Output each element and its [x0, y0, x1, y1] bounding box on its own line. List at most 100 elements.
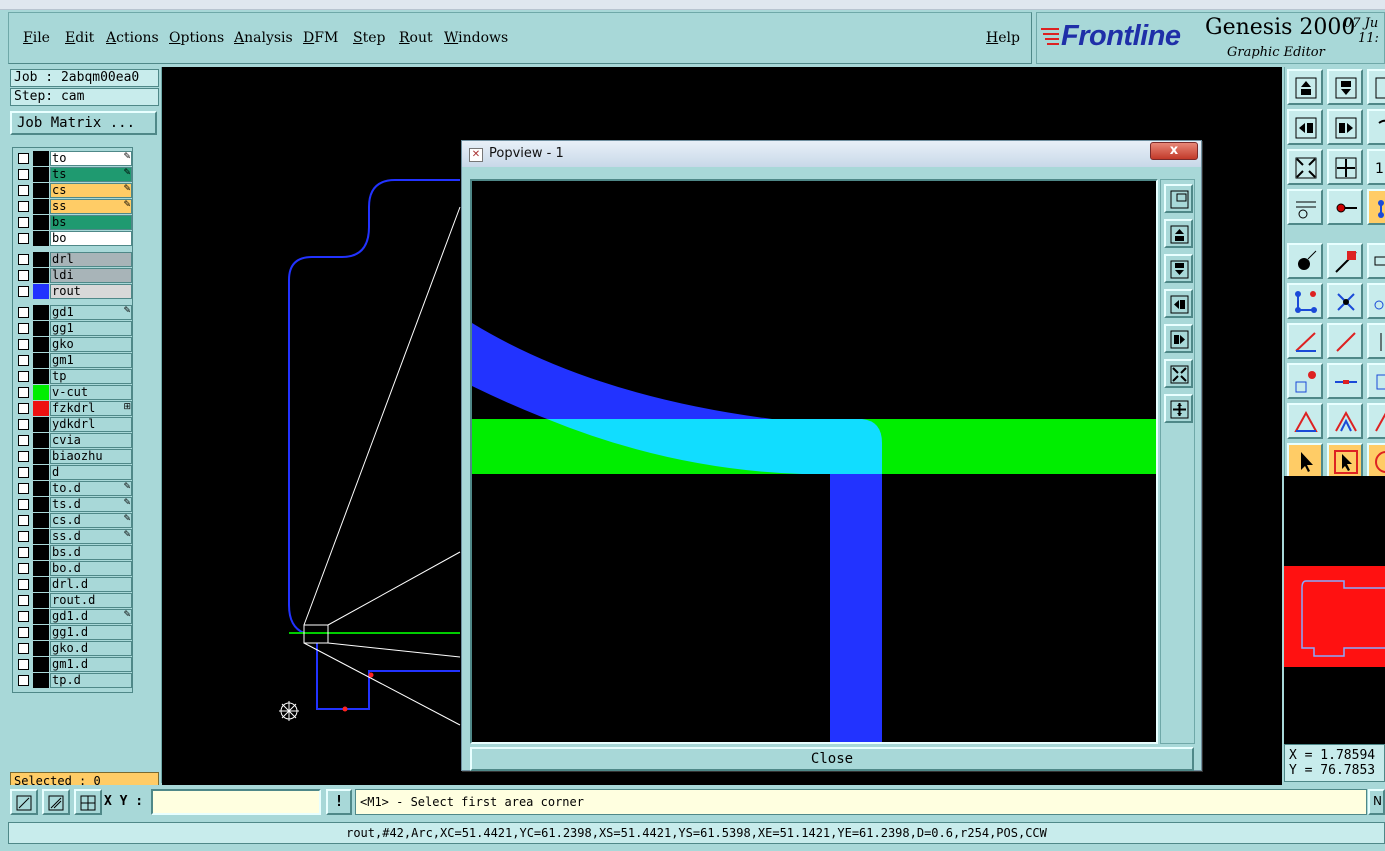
layer-name[interactable]: d — [50, 465, 132, 480]
layer-color-swatch[interactable] — [33, 305, 49, 320]
prompt-right-button[interactable]: N — [1368, 789, 1385, 815]
connect-points-button[interactable] — [1287, 283, 1323, 319]
layer-color-swatch[interactable] — [33, 199, 49, 214]
layer-name[interactable]: ldi — [50, 268, 132, 283]
layer-color-swatch[interactable] — [33, 609, 49, 624]
layer-checkbox[interactable] — [18, 627, 29, 638]
layer-name[interactable]: gd1 — [50, 305, 132, 320]
layer-color-swatch[interactable] — [33, 481, 49, 496]
ruler-button[interactable] — [1367, 243, 1385, 279]
layer-row-ydkdrl[interactable]: ydkdrl — [15, 417, 133, 432]
layer-name[interactable]: gg1.d — [50, 625, 132, 640]
delete-cross-button[interactable] — [1327, 283, 1363, 319]
layer-color-swatch[interactable] — [33, 284, 49, 299]
center-tool-button[interactable] — [1367, 363, 1385, 399]
layer-checkbox[interactable] — [18, 547, 29, 558]
measure-tool-button[interactable] — [1287, 189, 1323, 225]
layer-name[interactable]: cvia — [50, 433, 132, 448]
layer-name[interactable]: ts — [50, 167, 132, 182]
layer-color-swatch[interactable] — [33, 151, 49, 166]
layer-row-gm1-d[interactable]: gm1.d — [15, 657, 133, 672]
layer-row-rout-d[interactable]: rout.d — [15, 593, 133, 608]
layer-row-bs-d[interactable]: bs.d — [15, 545, 133, 560]
alert-button[interactable]: ! — [326, 789, 352, 815]
layer-name[interactable]: cs.d — [50, 513, 132, 528]
layer-name[interactable]: gd1.d — [50, 609, 132, 624]
menu-options[interactable]: Options — [169, 30, 224, 46]
popview-zoom-in-button[interactable] — [1164, 394, 1193, 423]
layer-row-cvia[interactable]: cvia — [15, 433, 133, 448]
xy-input[interactable] — [151, 789, 321, 815]
popview-close-x-button[interactable]: x — [1150, 142, 1198, 160]
menu-dfm[interactable]: DFM — [303, 30, 338, 46]
layer-checkbox[interactable] — [18, 217, 29, 228]
layer-checkbox[interactable] — [18, 185, 29, 196]
menu-analysis[interactable]: Analysis — [234, 30, 293, 46]
layer-row-tp[interactable]: tp — [15, 369, 133, 384]
select-pointer-button[interactable] — [1287, 443, 1323, 479]
layer-checkbox[interactable] — [18, 339, 29, 350]
layer-color-swatch[interactable] — [33, 268, 49, 283]
layer-name[interactable]: gm1.d — [50, 657, 132, 672]
snap-tool-button[interactable] — [1327, 189, 1363, 225]
zoom-window-button[interactable] — [1367, 69, 1385, 105]
layer-row-bo-d[interactable]: bo.d — [15, 561, 133, 576]
layer-checkbox[interactable] — [18, 435, 29, 446]
popview-pan-down-button[interactable] — [1164, 254, 1193, 283]
layer-name[interactable]: bo — [50, 231, 132, 246]
arc-tool-button[interactable] — [1367, 283, 1385, 319]
layer-name[interactable]: ss — [50, 199, 132, 214]
midpoint-button[interactable] — [1327, 363, 1363, 399]
menu-actions[interactable]: Actions — [106, 30, 159, 46]
layer-name[interactable]: bs.d — [50, 545, 132, 560]
layer-row-biaozhu[interactable]: biaozhu — [15, 449, 133, 464]
layer-row-to-d[interactable]: to.d ✎ — [15, 481, 133, 496]
measure-mode-button[interactable] — [42, 789, 70, 815]
layer-checkbox[interactable] — [18, 675, 29, 686]
layer-checkbox[interactable] — [18, 419, 29, 430]
select-pad-button[interactable] — [1287, 243, 1323, 279]
layer-color-swatch[interactable] — [33, 401, 49, 416]
pan-left-button[interactable] — [1287, 109, 1323, 145]
layer-checkbox[interactable] — [18, 307, 29, 318]
layer-row-fzkdrl[interactable]: fzkdrl ⊞ — [15, 401, 133, 416]
layer-color-swatch[interactable] — [33, 577, 49, 592]
popview-pan-right-button[interactable] — [1164, 324, 1193, 353]
zoom-ratio-button[interactable]: 1: — [1367, 149, 1385, 185]
layer-name[interactable]: tp.d — [50, 673, 132, 688]
layer-color-swatch[interactable] — [33, 215, 49, 230]
layer-name[interactable]: drl — [50, 252, 132, 267]
layer-checkbox[interactable] — [18, 201, 29, 212]
layer-name[interactable]: ts.d — [50, 497, 132, 512]
layer-checkbox[interactable] — [18, 579, 29, 590]
grid-mode-button[interactable] — [74, 789, 102, 815]
layer-row-ts[interactable]: ts ✎ — [15, 167, 133, 182]
menu-step[interactable]: Step — [353, 30, 385, 46]
layer-row-ts-d[interactable]: ts.d ✎ — [15, 497, 133, 512]
layer-name[interactable]: ydkdrl — [50, 417, 132, 432]
layer-row-gm1[interactable]: gm1 — [15, 353, 133, 368]
layer-checkbox[interactable] — [18, 270, 29, 281]
layer-color-swatch[interactable] — [33, 449, 49, 464]
layer-name[interactable]: gko.d — [50, 641, 132, 656]
layer-checkbox[interactable] — [18, 595, 29, 606]
layer-row-tp-d[interactable]: tp.d — [15, 673, 133, 688]
popview-zoom-out-button[interactable] — [1164, 359, 1193, 388]
diagonal-tool-button[interactable] — [1327, 323, 1363, 359]
layer-color-swatch[interactable] — [33, 417, 49, 432]
layer-checkbox[interactable] — [18, 643, 29, 654]
layer-row-gko-d[interactable]: gko.d — [15, 641, 133, 656]
layer-color-swatch[interactable] — [33, 513, 49, 528]
layer-checkbox[interactable] — [18, 254, 29, 265]
layer-name[interactable]: bo.d — [50, 561, 132, 576]
layer-color-swatch[interactable] — [33, 167, 49, 182]
layer-checkbox[interactable] — [18, 169, 29, 180]
layer-color-swatch[interactable] — [33, 433, 49, 448]
layer-color-swatch[interactable] — [33, 529, 49, 544]
layer-color-swatch[interactable] — [33, 465, 49, 480]
layer-color-swatch[interactable] — [33, 641, 49, 656]
layer-name[interactable]: to.d — [50, 481, 132, 496]
layer-checkbox[interactable] — [18, 323, 29, 334]
layer-row-rout[interactable]: rout — [15, 284, 133, 299]
layer-row-gd1-d[interactable]: gd1.d ✎ — [15, 609, 133, 624]
